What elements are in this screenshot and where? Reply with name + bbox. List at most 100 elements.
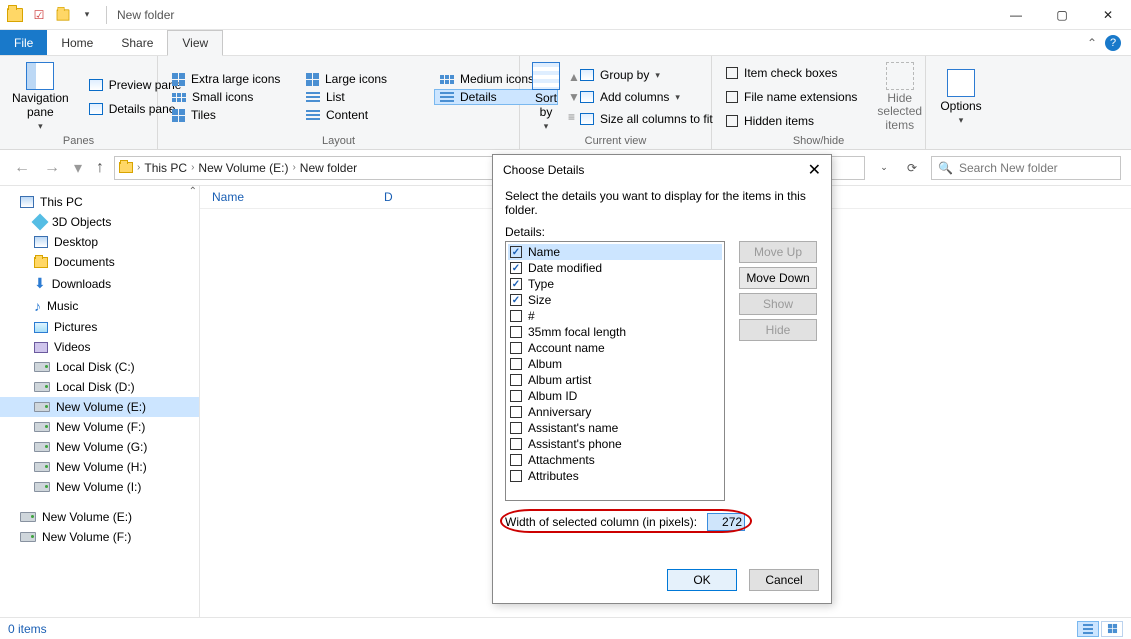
forward-button[interactable]: →: [40, 159, 64, 177]
hidden-items-toggle[interactable]: Hidden items: [720, 111, 863, 131]
back-button[interactable]: ←: [10, 159, 34, 177]
checkbox-icon[interactable]: [510, 374, 522, 386]
minimize-button[interactable]: —: [993, 0, 1039, 30]
breadcrumb-this-pc[interactable]: This PC: [144, 161, 187, 175]
detail-option[interactable]: Type: [508, 276, 722, 292]
column-width-input[interactable]: [707, 513, 745, 531]
navigation-tree[interactable]: ⌃ This PC 3D ObjectsDesktopDocuments⬇Dow…: [0, 186, 200, 617]
detail-option[interactable]: Name: [508, 244, 722, 260]
hide-selected-items-button[interactable]: Hide selected items: [873, 60, 926, 134]
checkbox-icon[interactable]: [510, 358, 522, 370]
tree-item[interactable]: ♪Music: [0, 295, 199, 317]
checkbox-icon[interactable]: [510, 342, 522, 354]
checkbox-icon[interactable]: [510, 422, 522, 434]
home-tab[interactable]: Home: [47, 30, 107, 55]
ok-button[interactable]: OK: [667, 569, 737, 591]
detail-option[interactable]: Album ID: [508, 388, 722, 404]
checkbox-icon[interactable]: [510, 454, 522, 466]
tree-item[interactable]: Videos: [0, 337, 199, 357]
qat-customize-icon[interactable]: ▾: [78, 6, 96, 24]
column-header-date[interactable]: D: [384, 190, 393, 204]
options-button[interactable]: Options ▾: [936, 60, 985, 134]
detail-option[interactable]: Attachments: [508, 452, 722, 468]
show-button[interactable]: Show: [739, 293, 817, 315]
tree-this-pc[interactable]: This PC: [0, 192, 199, 212]
detail-option[interactable]: 35mm focal length: [508, 324, 722, 340]
layout-large-icons[interactable]: Large icons: [300, 71, 424, 87]
recent-locations-button[interactable]: ▾: [70, 158, 86, 178]
layout-tiles[interactable]: Tiles: [166, 107, 290, 123]
item-check-boxes-toggle[interactable]: Item check boxes: [720, 63, 863, 83]
file-tab[interactable]: File: [0, 30, 47, 55]
refresh-button[interactable]: ⟳: [899, 156, 925, 180]
close-button[interactable]: ✕: [1085, 0, 1131, 30]
detail-option[interactable]: Date modified: [508, 260, 722, 276]
navigation-pane-button[interactable]: Navigation pane ▾: [8, 60, 73, 134]
tree-item[interactable]: Documents: [0, 252, 199, 272]
detail-option[interactable]: Assistant's name: [508, 420, 722, 436]
dialog-close-button[interactable]: ✕: [808, 160, 821, 180]
checkbox-icon[interactable]: [510, 262, 522, 274]
up-button[interactable]: ↑: [92, 159, 108, 177]
move-up-button[interactable]: Move Up: [739, 241, 817, 263]
layout-content[interactable]: Content: [300, 107, 424, 123]
view-tab[interactable]: View: [167, 30, 223, 56]
detail-option[interactable]: Assistant's phone: [508, 436, 722, 452]
checkbox-icon[interactable]: [510, 406, 522, 418]
tree-item[interactable]: ⬇Downloads: [0, 272, 199, 295]
checkbox-icon[interactable]: [510, 390, 522, 402]
checkbox-icon[interactable]: [510, 470, 522, 482]
detail-option[interactable]: Anniversary: [508, 404, 722, 420]
breadcrumb-folder[interactable]: New folder: [300, 161, 357, 175]
checkbox-icon[interactable]: [510, 326, 522, 338]
breadcrumb-drive[interactable]: New Volume (E:): [198, 161, 288, 175]
tree-item[interactable]: New Volume (F:): [0, 527, 199, 547]
qat-properties-icon[interactable]: ☑: [30, 6, 48, 24]
checkbox-icon[interactable]: [510, 294, 522, 306]
group-by-button[interactable]: Group by▾: [574, 65, 719, 85]
maximize-button[interactable]: ▢: [1039, 0, 1085, 30]
tree-item[interactable]: New Volume (I:): [0, 477, 199, 497]
tree-item[interactable]: New Volume (G:): [0, 437, 199, 457]
detail-option[interactable]: Attributes: [508, 468, 722, 484]
detail-option[interactable]: Album artist: [508, 372, 722, 388]
help-icon[interactable]: ?: [1105, 35, 1121, 51]
tree-item[interactable]: Local Disk (D:): [0, 377, 199, 397]
layout-extra-large-icons[interactable]: Extra large icons: [166, 71, 290, 87]
cancel-button[interactable]: Cancel: [749, 569, 819, 591]
detail-option[interactable]: #: [508, 308, 722, 324]
tree-item[interactable]: New Volume (F:): [0, 417, 199, 437]
file-name-extensions-toggle[interactable]: File name extensions: [720, 87, 863, 107]
collapse-ribbon-icon[interactable]: ⌃: [1087, 36, 1097, 50]
details-listbox[interactable]: NameDate modifiedTypeSize#35mm focal len…: [505, 241, 725, 501]
view-details-button[interactable]: [1077, 621, 1099, 637]
scroll-up-icon[interactable]: ⌃: [189, 186, 197, 197]
address-dropdown-button[interactable]: ⌄: [871, 156, 897, 180]
sort-by-button[interactable]: Sort by ▾: [528, 60, 564, 134]
layout-small-icons[interactable]: Small icons: [166, 89, 290, 105]
tree-item[interactable]: New Volume (H:): [0, 457, 199, 477]
tree-item[interactable]: 3D Objects: [0, 212, 199, 232]
detail-option[interactable]: Account name: [508, 340, 722, 356]
tree-item[interactable]: Pictures: [0, 317, 199, 337]
detail-option[interactable]: Size: [508, 292, 722, 308]
layout-list[interactable]: List: [300, 89, 424, 105]
checkbox-icon[interactable]: [510, 278, 522, 290]
tree-item[interactable]: New Volume (E:): [0, 507, 199, 527]
qat-new-folder-icon[interactable]: [54, 6, 72, 24]
checkbox-icon[interactable]: [510, 310, 522, 322]
search-box[interactable]: 🔍 Search New folder: [931, 156, 1121, 180]
detail-option[interactable]: Album: [508, 356, 722, 372]
tree-item[interactable]: Desktop: [0, 232, 199, 252]
hide-button[interactable]: Hide: [739, 319, 817, 341]
checkbox-icon[interactable]: [510, 246, 522, 258]
move-down-button[interactable]: Move Down: [739, 267, 817, 289]
add-columns-button[interactable]: Add columns▾: [574, 87, 719, 107]
share-tab[interactable]: Share: [107, 30, 167, 55]
size-all-columns-button[interactable]: Size all columns to fit: [574, 109, 719, 129]
tree-item[interactable]: New Volume (E:): [0, 397, 199, 417]
view-large-icons-button[interactable]: [1101, 621, 1123, 637]
tree-item[interactable]: Local Disk (C:): [0, 357, 199, 377]
column-header-name[interactable]: Name: [212, 190, 384, 204]
checkbox-icon[interactable]: [510, 438, 522, 450]
